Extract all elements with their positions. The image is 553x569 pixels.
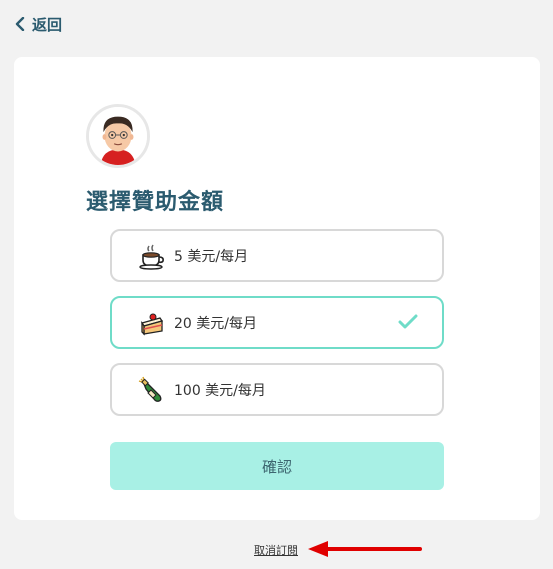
coffee-icon (139, 244, 164, 270)
amount-option-100[interactable]: 100 美元/每月 (110, 363, 444, 416)
amount-label: 20 美元/每月 (174, 315, 257, 332)
back-link[interactable]: 返回 (14, 12, 62, 36)
amount-option-5[interactable]: 5 美元/每月 (110, 229, 444, 282)
confirm-button[interactable]: 確認 (110, 442, 444, 490)
champagne-icon (138, 376, 162, 402)
checkmark-icon (398, 314, 418, 329)
chevron-left-icon (15, 17, 25, 31)
back-label: 返回 (32, 15, 63, 34)
amount-option-20[interactable]: 20 美元/每月 (110, 296, 444, 349)
amount-label: 5 美元/每月 (174, 248, 249, 265)
page-title: 選擇贊助金額 (86, 190, 225, 215)
red-arrow-annotation (308, 541, 422, 557)
avatar (86, 104, 150, 168)
cake-icon (140, 313, 164, 336)
amount-label: 100 美元/每月 (174, 382, 266, 399)
cancel-subscription-link[interactable]: 取消訂閱 (254, 542, 298, 558)
sponsor-card: 選擇贊助金額 5 美元/每月 20 美元/每月 100 美元/每月 確認 (14, 57, 540, 520)
